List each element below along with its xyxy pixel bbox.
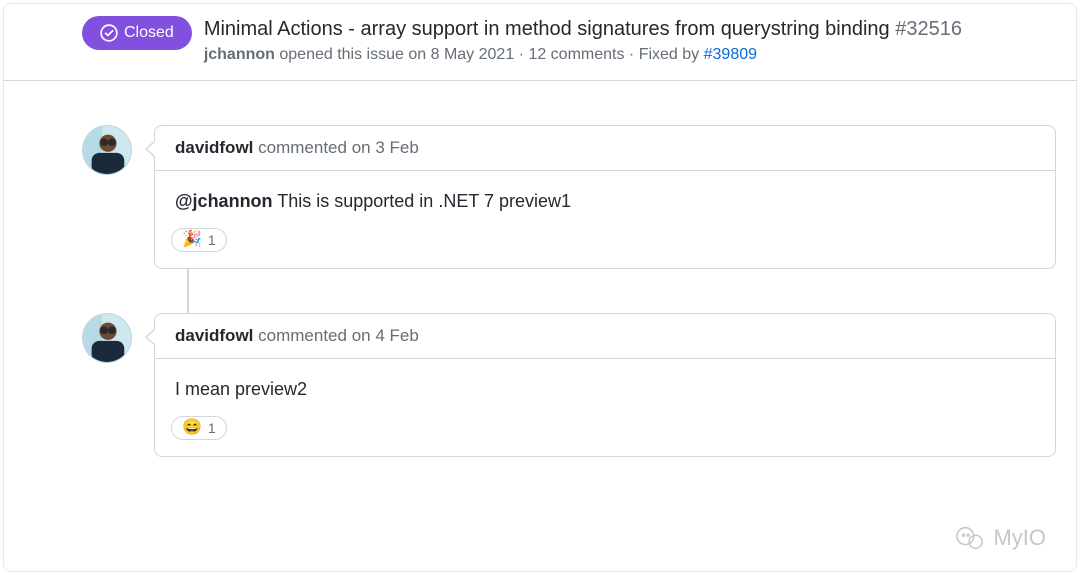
closed-check-icon [100,24,118,42]
reaction-count: 1 [208,232,216,248]
comment-date[interactable]: on 4 Feb [352,326,419,345]
fixed-by-label: Fixed by [639,46,699,63]
status-badge-closed: Closed [82,16,192,50]
issue-author-link[interactable]: jchannon [204,46,275,63]
opened-date: on 8 May 2021 [408,46,514,63]
fixed-by-pr-link[interactable]: #39809 [704,46,757,63]
issue-title[interactable]: Minimal Actions - array support in metho… [204,16,962,42]
comment-author-link[interactable]: davidfowl [175,326,253,345]
reaction-tada-button[interactable]: 🎉 1 [171,228,227,252]
comment-text: This is supported in .NET 7 preview1 [273,191,571,211]
reactions-bar: 😄 1 [155,408,1055,456]
comment-verb: commented [258,138,347,157]
comment-text: I mean preview2 [175,379,307,399]
comment-block: davidfowl commented on 4 Feb I mean prev… [82,313,1056,457]
issue-meta: jchannon opened this issue on 8 May 2021… [204,46,962,64]
watermark-icon [955,523,985,553]
watermark-text: MyIO [993,525,1046,551]
issue-number: #32516 [895,18,962,40]
mention-link[interactable]: @jchannon [175,191,273,211]
watermark: MyIO [955,523,1046,553]
tada-icon: 🎉 [182,232,202,248]
opened-verb: opened this issue [279,46,404,63]
comment-thread: davidfowl commented on 3 Feb @jchannon T… [4,125,1076,457]
avatar[interactable] [82,313,132,363]
reaction-count: 1 [208,420,216,436]
comment-body: @jchannon This is supported in .NET 7 pr… [155,171,1055,220]
comment-header: davidfowl commented on 3 Feb [155,126,1055,171]
reaction-laugh-button[interactable]: 😄 1 [171,416,227,440]
comment-verb: commented [258,326,347,345]
issue-header: Closed Minimal Actions - array support i… [4,4,1076,81]
comment-date[interactable]: on 3 Feb [352,138,419,157]
comment-author-link[interactable]: davidfowl [175,138,253,157]
comment-count: 12 comments [528,46,624,63]
comment-card: davidfowl commented on 4 Feb I mean prev… [154,313,1056,457]
comment-block: davidfowl commented on 3 Feb @jchannon T… [82,125,1056,269]
avatar[interactable] [82,125,132,175]
laugh-icon: 😄 [182,420,202,436]
comment-body: I mean preview2 [155,359,1055,408]
reactions-bar: 🎉 1 [155,220,1055,268]
comment-header: davidfowl commented on 4 Feb [155,314,1055,359]
comment-card: davidfowl commented on 3 Feb @jchannon T… [154,125,1056,269]
status-label: Closed [124,24,174,42]
issue-title-text: Minimal Actions - array support in metho… [204,18,890,40]
